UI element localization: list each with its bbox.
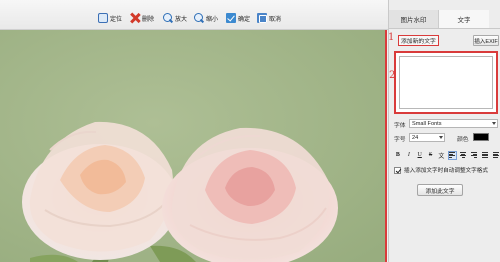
locate-label: 定位 [110, 16, 123, 23]
chevron-down-icon [439, 136, 443, 139]
tab-text[interactable]: 文字 [439, 10, 489, 28]
align-center-button[interactable] [460, 151, 468, 160]
align-center-icon [460, 152, 467, 158]
delete-button[interactable]: 删除 [130, 11, 154, 25]
tab-image-watermark[interactable]: 图片水印 [389, 10, 439, 28]
align-distribute-icon [493, 152, 500, 158]
align-justify-icon [482, 152, 489, 158]
zoom-in-label: 放大 [175, 16, 188, 23]
italic-button[interactable]: I [405, 151, 413, 160]
align-justify-button[interactable] [481, 151, 489, 160]
confirm-label: 确定 [238, 16, 251, 23]
add-text-button[interactable]: 添加此文字 [417, 184, 463, 196]
delete-icon [130, 13, 140, 23]
zoom-in-button[interactable]: 放大 [163, 11, 187, 25]
align-left-icon [449, 152, 456, 158]
panel-tabs: 图片水印 文字 [389, 10, 500, 28]
align-right-icon [471, 152, 478, 158]
font-size-value: 24 [412, 134, 419, 141]
format-toolbar: B I U S 文 [394, 150, 500, 160]
tab-divider [389, 28, 500, 29]
auto-format-label: 插入添加文字时自动调整文字格式 [404, 168, 488, 174]
strikethrough-button[interactable]: S [427, 151, 435, 160]
color-swatch[interactable] [473, 133, 489, 141]
color-label: 颜色 [457, 137, 469, 143]
chevron-down-icon [492, 122, 496, 125]
cancel-button[interactable]: 取消 [257, 11, 281, 25]
font-label: 字体 [394, 123, 406, 129]
locate-icon [98, 13, 108, 23]
font-select-value: Small Fonts [412, 120, 442, 127]
annotation-divider-line [385, 30, 387, 262]
align-left-button[interactable] [448, 150, 457, 160]
cancel-label: 取消 [269, 16, 282, 23]
image-canvas[interactable] [0, 30, 386, 262]
right-panel: 图片水印 文字 1 添加新的文字 插入EXIF 2 字体 Small Fonts… [388, 0, 500, 262]
text-input-area[interactable] [399, 56, 493, 109]
zoom-out-icon [194, 13, 204, 23]
auto-format-checkbox[interactable] [394, 166, 401, 174]
confirm-icon [226, 13, 236, 23]
vertical-text-button[interactable]: 文 [438, 151, 446, 160]
locate-button[interactable]: 定位 [98, 11, 122, 25]
annotation-number-1: 1 [388, 32, 395, 43]
zoom-out-button[interactable]: 缩小 [194, 11, 218, 25]
add-new-text-label: 添加新的文字 [398, 35, 439, 46]
rose-photo [0, 30, 386, 262]
font-select[interactable]: Small Fonts [409, 119, 498, 128]
align-distribute-button[interactable] [492, 151, 500, 160]
insert-exif-button[interactable]: 插入EXIF [473, 35, 499, 46]
size-label: 字号 [394, 137, 406, 143]
text-input-highlight [394, 51, 498, 114]
delete-label: 删除 [142, 16, 155, 23]
image-toolbar: 定位 删除 放大 缩小 确定 取消 [0, 0, 390, 30]
confirm-button[interactable]: 确定 [226, 11, 250, 25]
zoom-in-icon [163, 13, 173, 23]
font-size-select[interactable]: 24 [409, 133, 445, 142]
align-right-button[interactable] [470, 151, 478, 160]
bold-button[interactable]: B [394, 151, 402, 160]
underline-button[interactable]: U [416, 151, 424, 160]
cancel-icon [257, 13, 267, 23]
zoom-out-label: 缩小 [206, 16, 219, 23]
auto-format-option: 插入添加文字时自动调整文字格式 [394, 166, 488, 174]
